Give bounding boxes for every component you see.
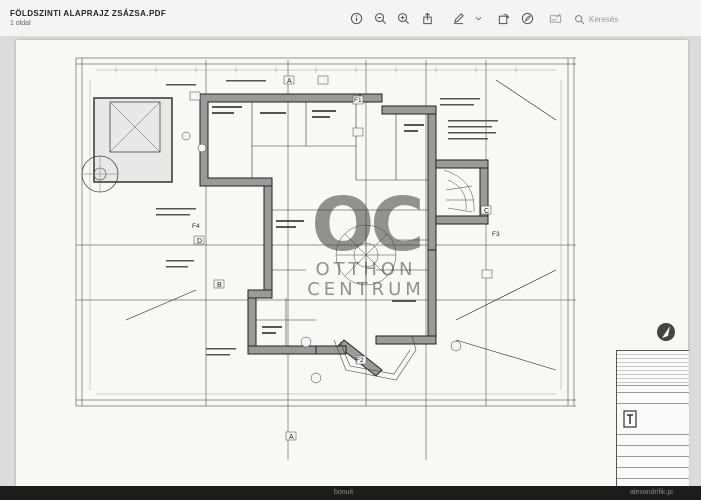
building-walls bbox=[199, 93, 489, 377]
page-count: 1 oldal bbox=[10, 20, 31, 27]
search-field[interactable]: Keresés bbox=[574, 12, 644, 26]
architect-logo-icon bbox=[623, 410, 637, 428]
right-stair bbox=[443, 169, 475, 213]
north-arrow bbox=[657, 323, 675, 341]
markup-icon[interactable] bbox=[452, 12, 465, 25]
diagonal-section-lines bbox=[125, 79, 557, 371]
viewer-toolbar: FÖLDSZINTI ALAPRAJZ ZSÁZSA.PDF 1 oldal K… bbox=[0, 0, 701, 37]
interior-partitions bbox=[251, 102, 428, 346]
left-stair-tower bbox=[81, 97, 173, 193]
form-icon[interactable] bbox=[549, 12, 562, 25]
pdf-viewer-window: FÖLDSZINTI ALAPRAJZ ZSÁZSA.PDF 1 oldal K… bbox=[0, 0, 701, 500]
bottom-text-right: alexandrifik.pi bbox=[630, 489, 673, 496]
share-icon[interactable] bbox=[421, 12, 434, 25]
drawing-title-block bbox=[616, 350, 689, 490]
zoom-out-icon[interactable] bbox=[374, 12, 387, 25]
round-stair bbox=[335, 224, 397, 286]
document-title: FÖLDSZINTI ALAPRAJZ ZSÁZSA.PDF bbox=[10, 9, 167, 18]
chevron-down-icon[interactable] bbox=[474, 12, 482, 25]
search-placeholder: Keresés bbox=[589, 14, 619, 24]
rotate-icon[interactable] bbox=[497, 12, 510, 25]
markup-circle-icon[interactable] bbox=[521, 12, 534, 25]
info-icon[interactable] bbox=[350, 12, 363, 25]
document-canvas[interactable]: A A B C D F1 F2 F3 F4 OC OTTHON CENTRUM bbox=[0, 36, 701, 500]
section-circles bbox=[181, 131, 462, 384]
pdf-page: A A B C D F1 F2 F3 F4 OC OTTHON CENTRUM bbox=[16, 40, 689, 490]
zoom-in-icon[interactable] bbox=[397, 12, 410, 25]
bottom-text-left: bonuit bbox=[334, 489, 354, 496]
floor-plan-drawing bbox=[75, 57, 675, 460]
search-icon bbox=[575, 14, 585, 24]
desk-edge: bonuit alexandrifik.pi bbox=[0, 486, 701, 500]
grid-bubble-markers bbox=[189, 75, 493, 441]
